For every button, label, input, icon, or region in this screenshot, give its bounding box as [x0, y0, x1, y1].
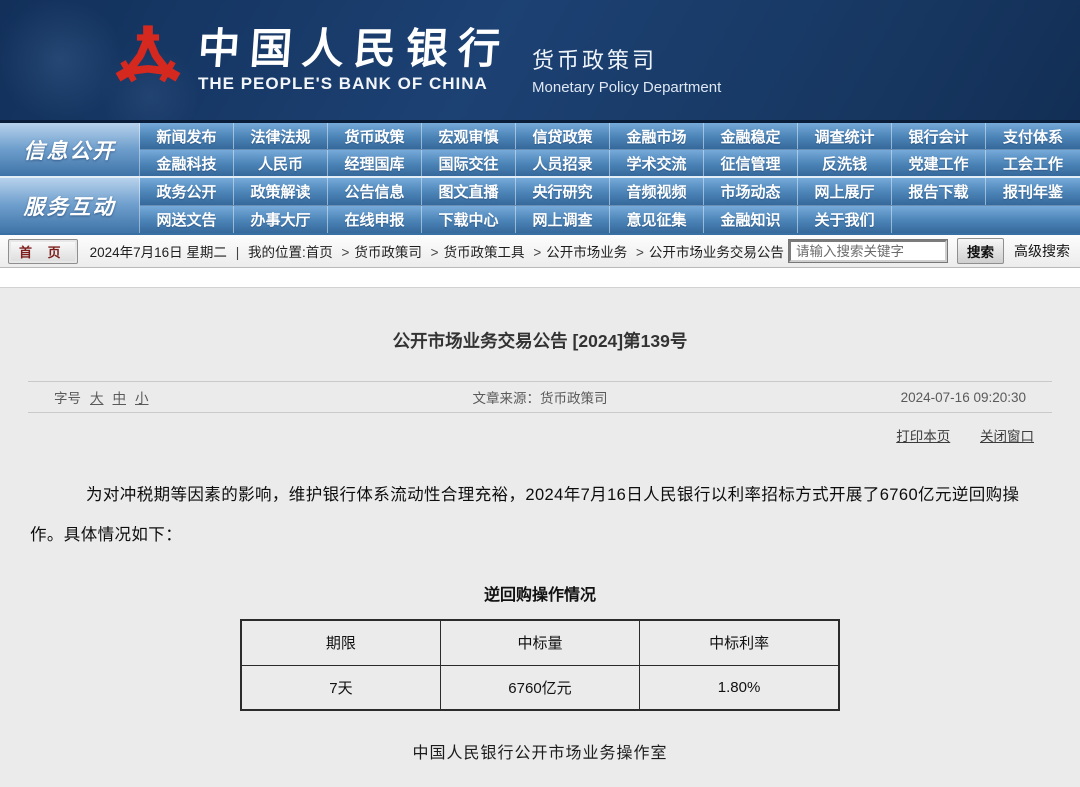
nav-item[interactable]: 国际交往	[422, 150, 516, 176]
nav-item[interactable]: 网上调查	[516, 206, 610, 233]
publish-datetime: 2024-07-16 09:20:30	[901, 390, 1026, 405]
nav-item[interactable]: 银行会计	[892, 123, 986, 149]
nav-item[interactable]: 征信管理	[704, 150, 798, 176]
breadcrumb-link[interactable]: 货币政策工具	[444, 245, 525, 260]
nav-item[interactable]: 信贷政策	[516, 123, 610, 149]
cell-volume: 6760亿元	[440, 665, 639, 710]
nav-item[interactable]: 网上展厅	[798, 178, 892, 205]
nav-item[interactable]: 金融知识	[704, 206, 798, 233]
nav-item-empty	[892, 206, 986, 233]
search-button[interactable]: 搜索	[957, 238, 1004, 264]
nav-item[interactable]: 货币政策	[328, 123, 422, 149]
cell-rate: 1.80%	[640, 665, 839, 710]
department-name-cn: 货币政策司	[532, 43, 721, 75]
breadcrumb-link[interactable]: 货币政策司	[354, 245, 422, 260]
site-banner: 中国人民银行 THE PEOPLE'S BANK OF CHINA 货币政策司 …	[0, 0, 1080, 120]
nav-section-info-disclosure: 信息公开 新闻发布 法律法规 货币政策 宏观审慎 信贷政策 金融市场 金融稳定 …	[0, 123, 1080, 178]
font-size-small[interactable]: 小	[135, 387, 149, 407]
page-actions: 打印本页 关闭窗口	[28, 425, 1052, 445]
nav-row: 新闻发布 法律法规 货币政策 宏观审慎 信贷政策 金融市场 金融稳定 调查统计 …	[140, 123, 1080, 149]
nav-row: 网送文告 办事大厅 在线申报 下载中心 网上调查 意见征集 金融知识 关于我们	[140, 205, 1080, 233]
nav-section-label-services: 服务互动	[0, 178, 140, 233]
print-page-link[interactable]: 打印本页	[896, 429, 950, 444]
table-row: 7天 6760亿元 1.80%	[241, 665, 839, 710]
nav-item[interactable]: 报刊年鉴	[986, 178, 1080, 205]
col-header-volume: 中标量	[440, 620, 639, 665]
page-title: 公开市场业务交易公告 [2024]第139号	[28, 288, 1052, 353]
nav-item[interactable]: 人员招录	[516, 150, 610, 176]
table-header-row: 期限 中标量 中标利率	[241, 620, 839, 665]
article-meta-row: 字号 大 中 小 文章来源：货币政策司 2024-07-16 09:20:30	[28, 381, 1052, 413]
nav-row: 金融科技 人民币 经理国库 国际交往 人员招录 学术交流 征信管理 反洗钱 党建…	[140, 149, 1080, 176]
search-zone: 搜索 高级搜索	[789, 238, 1070, 264]
font-size-medium[interactable]: 中	[113, 387, 127, 407]
nav-item[interactable]: 下载中心	[422, 206, 516, 233]
spacer	[0, 268, 1080, 287]
breadcrumb-link[interactable]: 公开市场业务	[546, 245, 627, 260]
nav-item[interactable]: 政务公开	[140, 178, 234, 205]
article-paragraph: 为对冲税期等因素的影响，维护银行体系流动性合理充裕，2024年7月16日人民银行…	[30, 475, 1050, 555]
col-header-term: 期限	[241, 620, 440, 665]
source-label: 文章来源：	[473, 391, 541, 406]
department-name-en: Monetary Policy Department	[532, 79, 721, 96]
advanced-search-link[interactable]: 高级搜索	[1014, 241, 1070, 261]
nav-item-empty	[986, 206, 1080, 233]
department-block: 货币政策司 Monetary Policy Department	[532, 25, 721, 96]
nav-item[interactable]: 法律法规	[234, 123, 328, 149]
current-date: 2024年7月16日 星期二	[90, 245, 227, 260]
nav-item[interactable]: 网送文告	[140, 206, 234, 233]
source-value: 货币政策司	[540, 391, 608, 406]
article-panel: 公开市场业务交易公告 [2024]第139号 字号 大 中 小 文章来源：货币政…	[0, 287, 1080, 787]
nav-item[interactable]: 关于我们	[798, 206, 892, 233]
nav-item[interactable]: 金融市场	[610, 123, 704, 149]
nav-item[interactable]: 在线申报	[328, 206, 422, 233]
nav-item[interactable]: 反洗钱	[798, 150, 892, 176]
nav-row: 政务公开 政策解读 公告信息 图文直播 央行研究 音频视频 市场动态 网上展厅 …	[140, 178, 1080, 205]
nav-item[interactable]: 新闻发布	[140, 123, 234, 149]
main-navigation: 信息公开 新闻发布 法律法规 货币政策 宏观审慎 信贷政策 金融市场 金融稳定 …	[0, 120, 1080, 235]
breadcrumb-bar: 首 页 2024年7月16日 星期二 | 我的位置:首页 >货币政策司 >货币政…	[0, 235, 1080, 268]
nav-item[interactable]: 央行研究	[516, 178, 610, 205]
repo-operation-table: 期限 中标量 中标利率 7天 6760亿元 1.80%	[240, 619, 840, 711]
nav-item[interactable]: 党建工作	[892, 150, 986, 176]
nav-item[interactable]: 学术交流	[610, 150, 704, 176]
nav-section-label-info: 信息公开	[0, 123, 140, 176]
search-input[interactable]	[789, 240, 947, 262]
nav-item[interactable]: 金融稳定	[704, 123, 798, 149]
nav-item[interactable]: 意见征集	[610, 206, 704, 233]
font-size-large[interactable]: 大	[90, 387, 104, 407]
bank-name-block: 中国人民银行 THE PEOPLE'S BANK OF CHINA	[198, 26, 510, 94]
nav-item[interactable]: 支付体系	[986, 123, 1080, 149]
nav-item[interactable]: 市场动态	[704, 178, 798, 205]
nav-item[interactable]: 宏观审慎	[422, 123, 516, 149]
bank-name-cn: 中国人民银行	[196, 26, 511, 72]
nav-item[interactable]: 金融科技	[140, 150, 234, 176]
nav-item[interactable]: 工会工作	[986, 150, 1080, 176]
table-title: 逆回购操作情况	[28, 581, 1052, 605]
signature: 中国人民银行公开市场业务操作室	[28, 739, 1052, 763]
cell-term: 7天	[241, 665, 440, 710]
breadcrumb-link[interactable]: 公开市场业务交易公告	[649, 245, 784, 260]
col-header-rate: 中标利率	[640, 620, 839, 665]
pboc-logo-icon	[112, 22, 184, 98]
home-button[interactable]: 首 页	[8, 239, 78, 264]
breadcrumb: 2024年7月16日 星期二 | 我的位置:首页 >货币政策司 >货币政策工具 …	[90, 241, 784, 261]
nav-item[interactable]: 图文直播	[422, 178, 516, 205]
nav-item[interactable]: 经理国库	[328, 150, 422, 176]
nav-section-services: 服务互动 政务公开 政策解读 公告信息 图文直播 央行研究 音频视频 市场动态 …	[0, 178, 1080, 233]
nav-item[interactable]: 调查统计	[798, 123, 892, 149]
location-prefix: 我的位置:首页	[248, 245, 333, 260]
nav-item[interactable]: 公告信息	[328, 178, 422, 205]
nav-item[interactable]: 报告下载	[892, 178, 986, 205]
bank-name-en: THE PEOPLE'S BANK OF CHINA	[198, 74, 510, 94]
font-size-label: 字号	[54, 387, 81, 407]
nav-item[interactable]: 音频视频	[610, 178, 704, 205]
nav-item[interactable]: 人民币	[234, 150, 328, 176]
nav-item[interactable]: 办事大厅	[234, 206, 328, 233]
close-window-link[interactable]: 关闭窗口	[980, 429, 1034, 444]
nav-item[interactable]: 政策解读	[234, 178, 328, 205]
